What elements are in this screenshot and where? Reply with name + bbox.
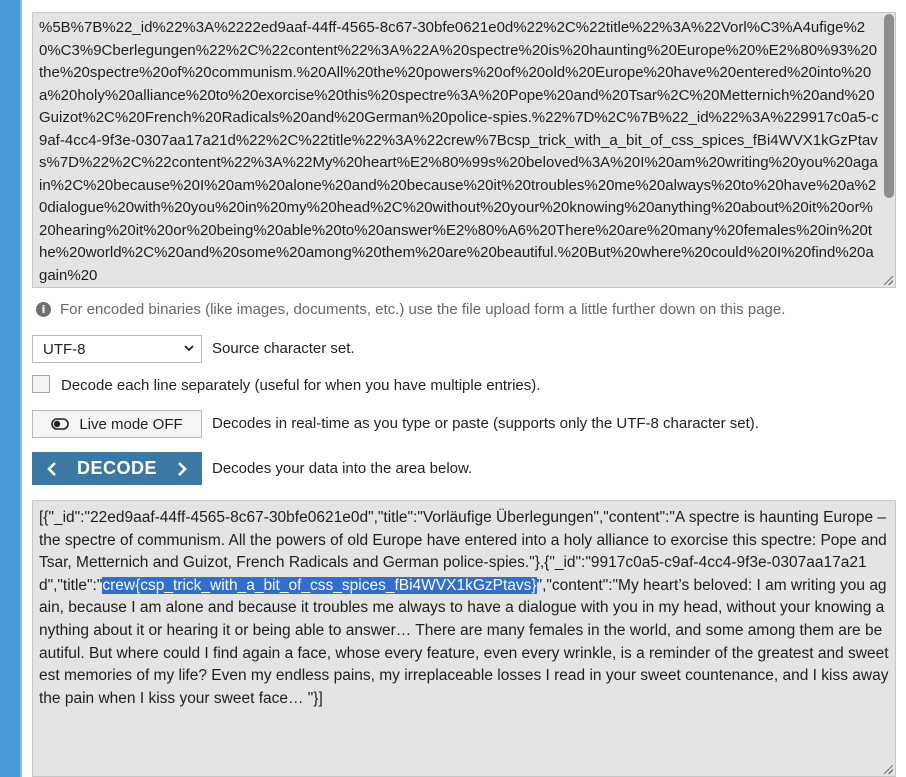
chevron-left-icon bbox=[47, 461, 56, 476]
live-mode-label: Live mode OFF bbox=[79, 415, 183, 433]
info-text: For encoded binaries (like images, docum… bbox=[60, 300, 786, 318]
live-mode-description: Decodes in real-time as you type or past… bbox=[212, 415, 759, 432]
toggle-off-icon bbox=[51, 418, 70, 430]
charset-selected-value: UTF-8 bbox=[43, 340, 86, 358]
encoded-input-scrollbar[interactable] bbox=[884, 14, 894, 286]
binary-info-note: i For encoded binaries (like images, doc… bbox=[36, 299, 785, 319]
output-selected-text[interactable]: crew{csp_trick_with_a_bit_of_css_spices_… bbox=[102, 576, 537, 594]
charset-select[interactable]: UTF-8 bbox=[32, 335, 202, 363]
decode-each-line-label: Decode each line separately (useful for … bbox=[61, 377, 541, 394]
resize-grip-icon[interactable] bbox=[884, 276, 893, 285]
decode-button-label: DECODE bbox=[76, 458, 157, 478]
encoded-input-value[interactable]: %5B%7B%22_id%22%3A%2222ed9aaf-44ff-4565-… bbox=[39, 17, 879, 287]
charset-label: Source character set. bbox=[212, 340, 355, 357]
chevron-right-icon bbox=[178, 461, 187, 476]
decode-button[interactable]: DECODE bbox=[32, 452, 202, 485]
output-resize-grip-icon[interactable] bbox=[884, 765, 893, 774]
decoded-output-textarea[interactable]: [{"_id":"22ed9aaf-44ff-4565-8c67-30bfe06… bbox=[32, 500, 896, 777]
decoded-output-value[interactable]: [{"_id":"22ed9aaf-44ff-4565-8c67-30bfe06… bbox=[39, 507, 889, 710]
output-text-after-selection: ","content":"My heart’s beloved: I am wr… bbox=[39, 576, 889, 707]
left-sidebar-strip bbox=[0, 0, 22, 777]
info-icon: i bbox=[36, 301, 51, 317]
scrollbar-thumb[interactable] bbox=[884, 14, 894, 198]
live-mode-button[interactable]: Live mode OFF bbox=[32, 410, 202, 438]
encoded-input-textarea[interactable]: %5B%7B%22_id%22%3A%2222ed9aaf-44ff-4565-… bbox=[32, 12, 896, 288]
decode-each-line-checkbox[interactable] bbox=[32, 375, 50, 393]
decode-description: Decodes your data into the area below. bbox=[212, 460, 473, 477]
chevron-down-icon bbox=[184, 345, 194, 352]
